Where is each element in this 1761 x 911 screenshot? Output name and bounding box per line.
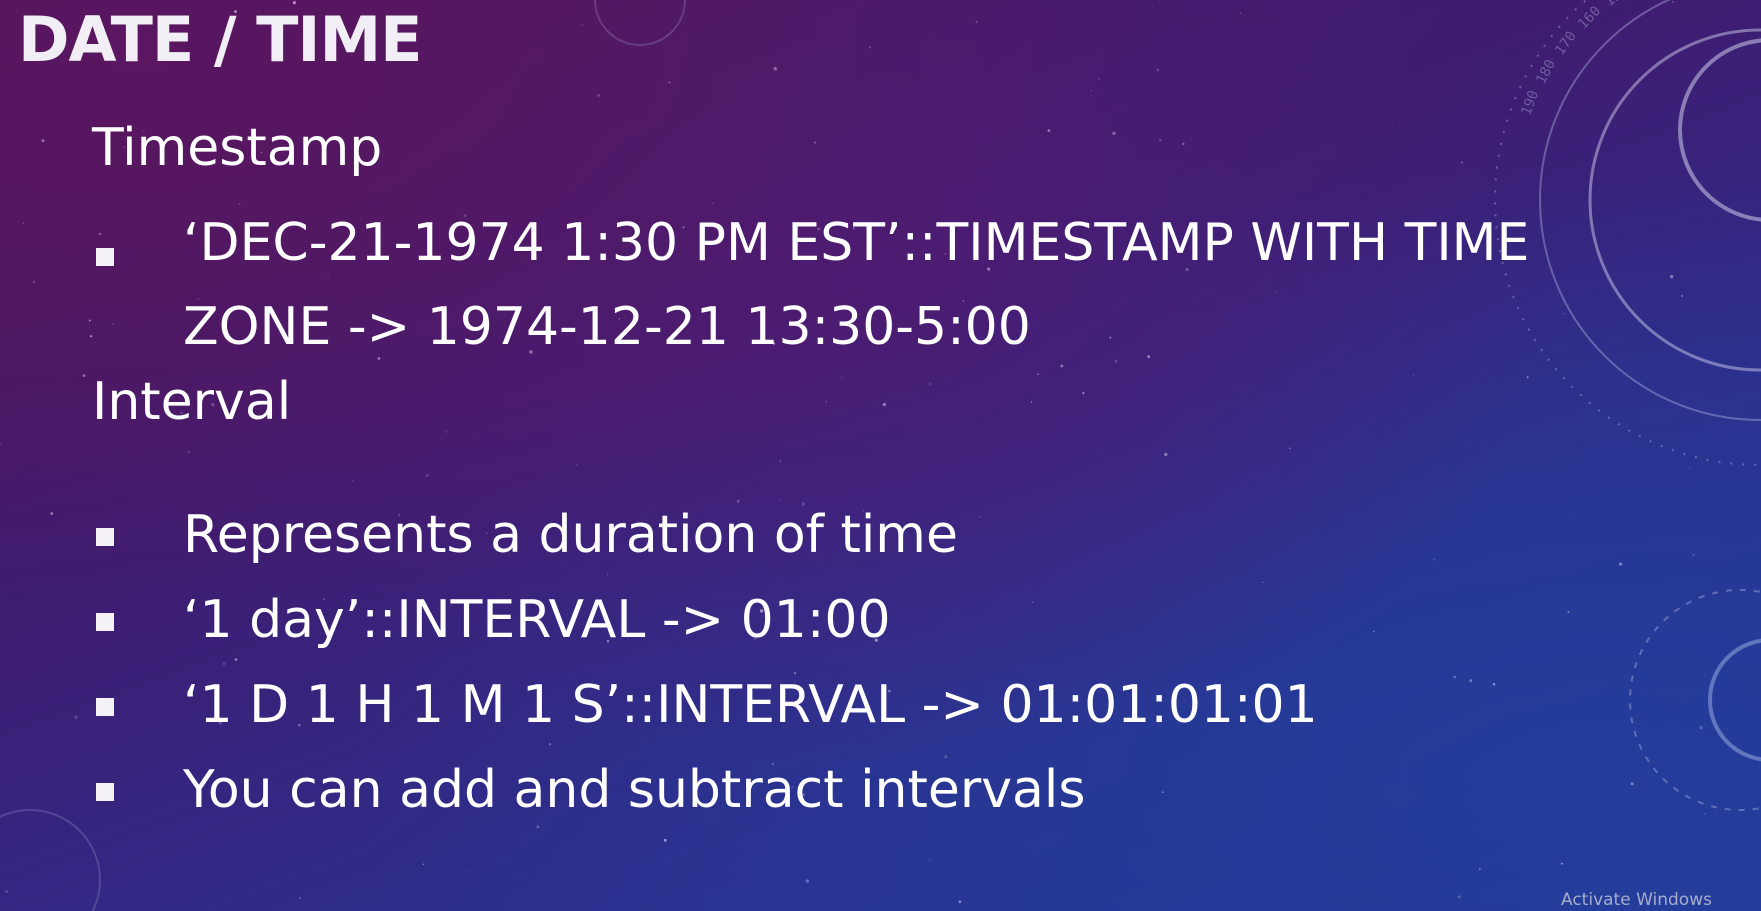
heading-interval: Interval	[92, 372, 292, 432]
dial-ring-inner	[1678, 38, 1761, 222]
bullet-line-2: ZONE -> 1974-12-21 13:30-5:00	[183, 297, 1031, 357]
lower-dial-inner	[1708, 638, 1761, 762]
bullet-text: ‘1 day’::INTERVAL -> 01:00	[183, 590, 891, 650]
top-ring	[594, 0, 686, 46]
bullet-square-icon	[96, 248, 114, 266]
bullet-square-icon	[96, 783, 114, 801]
lower-dial-ring	[1629, 589, 1761, 811]
dial-ring-ticks	[1494, 0, 1761, 466]
bullet-square-icon	[96, 528, 114, 546]
dial-numbers: 190180170160150140130120110100	[1519, 0, 1632, 118]
dial-number: 170	[1552, 28, 1580, 58]
bullet-square-icon	[96, 698, 114, 716]
activate-windows-watermark: Activate Windows	[1561, 890, 1712, 910]
dial-number: 160	[1575, 3, 1604, 32]
dial-number: 150	[1602, 0, 1632, 10]
heading-timestamp: Timestamp	[92, 118, 383, 178]
bottom-left-ring	[0, 809, 101, 911]
dial-number: 180	[1533, 57, 1559, 87]
dial-ring-middle	[1588, 28, 1761, 372]
bullet-square-icon	[96, 613, 114, 631]
bullet-text: You can add and subtract intervals	[183, 760, 1086, 820]
bullet-text: Represents a duration of time	[183, 505, 958, 565]
dial-number: 190	[1519, 88, 1543, 117]
bullet-text: ‘1 D 1 H 1 M 1 S’::INTERVAL -> 01:01:01:…	[183, 675, 1318, 735]
slide-title: DATE / TIME	[18, 3, 423, 76]
